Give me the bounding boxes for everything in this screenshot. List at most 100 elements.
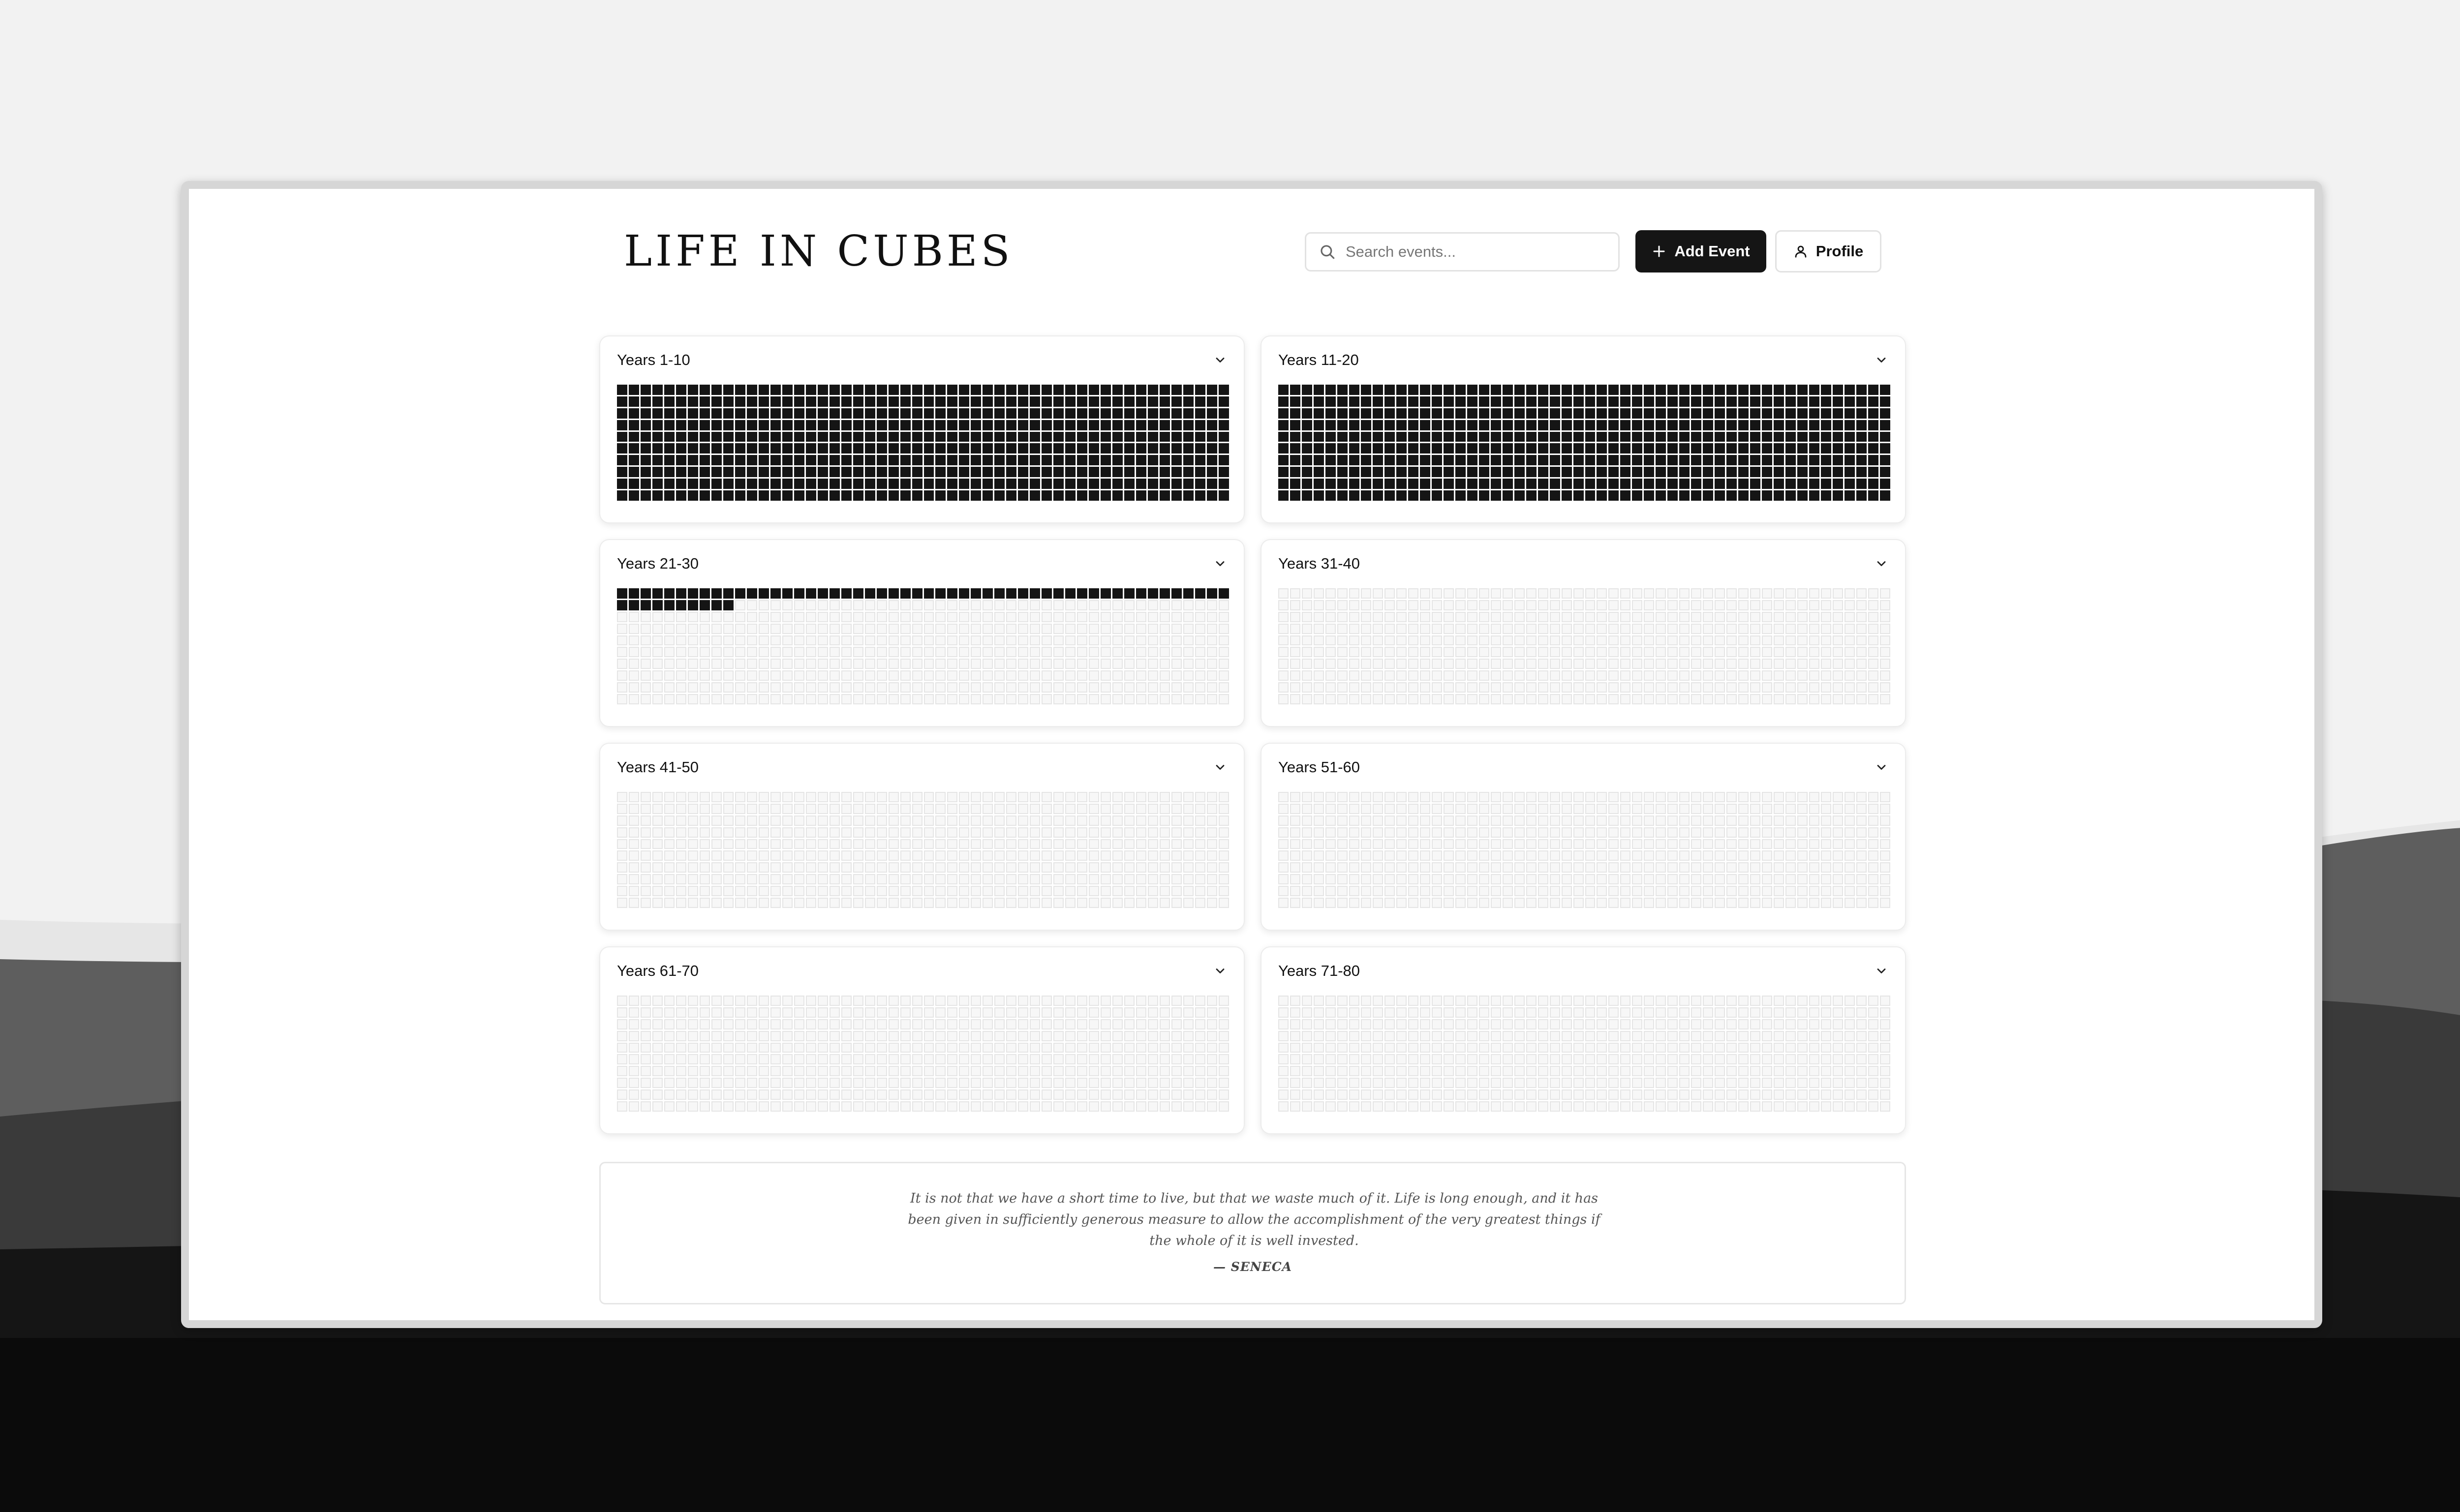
week-cell[interactable] — [1785, 1019, 1796, 1029]
week-cell[interactable] — [1219, 1054, 1229, 1065]
week-cell[interactable] — [1101, 588, 1111, 599]
week-cell[interactable] — [1845, 694, 1855, 704]
week-cell[interactable] — [1750, 1078, 1761, 1089]
week-cell[interactable] — [1656, 874, 1666, 885]
week-cell[interactable] — [1585, 588, 1596, 599]
week-cell[interactable] — [1679, 385, 1690, 395]
week-cell[interactable] — [735, 490, 745, 501]
week-cell[interactable] — [1278, 1078, 1289, 1089]
week-cell[interactable] — [1514, 396, 1525, 407]
week-cell[interactable] — [1538, 850, 1548, 861]
week-cell[interactable] — [1738, 1007, 1749, 1018]
chevron-down-icon[interactable] — [1875, 964, 1888, 978]
week-cell[interactable] — [947, 850, 958, 861]
week-cell[interactable] — [1726, 1042, 1737, 1053]
week-cell[interactable] — [853, 467, 863, 478]
week-cell[interactable] — [994, 670, 1005, 681]
week-cell[interactable] — [923, 1054, 934, 1065]
week-cell[interactable] — [1656, 862, 1666, 873]
week-cell[interactable] — [1384, 886, 1395, 897]
week-cell[interactable] — [1171, 1066, 1182, 1077]
week-cell[interactable] — [983, 1054, 993, 1065]
week-cell[interactable] — [864, 874, 875, 885]
week-cell[interactable] — [699, 600, 710, 610]
week-cell[interactable] — [1160, 455, 1170, 466]
week-cell[interactable] — [805, 1089, 816, 1100]
week-cell[interactable] — [1715, 803, 1725, 814]
week-cell[interactable] — [923, 385, 934, 395]
week-cell[interactable] — [935, 874, 946, 885]
week-cell[interactable] — [1608, 874, 1619, 885]
week-cell[interactable] — [1726, 408, 1737, 419]
week-cell[interactable] — [1868, 443, 1879, 454]
week-cell[interactable] — [1325, 1007, 1336, 1018]
week-cell[interactable] — [1349, 1042, 1359, 1053]
week-cell[interactable] — [1561, 408, 1572, 419]
week-cell[interactable] — [1349, 490, 1359, 501]
week-cell[interactable] — [841, 682, 852, 693]
week-cell[interactable] — [1691, 803, 1702, 814]
week-cell[interactable] — [1538, 1066, 1548, 1077]
week-cell[interactable] — [1573, 1066, 1584, 1077]
week-cell[interactable] — [1467, 850, 1477, 861]
week-cell[interactable] — [888, 850, 899, 861]
week-cell[interactable] — [1136, 588, 1147, 599]
week-cell[interactable] — [1774, 815, 1784, 826]
week-cell[interactable] — [699, 803, 710, 814]
week-cell[interactable] — [1679, 694, 1690, 704]
week-cell[interactable] — [888, 874, 899, 885]
week-cell[interactable] — [735, 479, 745, 489]
week-cell[interactable] — [1726, 850, 1737, 861]
week-cell[interactable] — [1053, 1007, 1064, 1018]
week-cell[interactable] — [864, 490, 875, 501]
week-cell[interactable] — [1207, 623, 1218, 634]
week-cell[interactable] — [758, 396, 769, 407]
week-cell[interactable] — [1160, 694, 1170, 704]
week-cell[interactable] — [1337, 490, 1348, 501]
week-cell[interactable] — [1667, 479, 1678, 489]
week-cell[interactable] — [1809, 815, 1820, 826]
week-cell[interactable] — [983, 396, 993, 407]
week-cell[interactable] — [1207, 431, 1218, 442]
week-cell[interactable] — [1549, 1066, 1560, 1077]
week-cell[interactable] — [1821, 408, 1832, 419]
week-cell[interactable] — [652, 886, 663, 897]
week-cell[interactable] — [699, 827, 710, 838]
week-cell[interactable] — [1431, 647, 1442, 658]
week-cell[interactable] — [1053, 443, 1064, 454]
week-cell[interactable] — [1089, 635, 1100, 646]
week-cell[interactable] — [1313, 694, 1324, 704]
week-cell[interactable] — [1703, 467, 1714, 478]
week-cell[interactable] — [1195, 647, 1206, 658]
week-cell[interactable] — [864, 420, 875, 430]
week-cell[interactable] — [1809, 479, 1820, 489]
week-cell[interactable] — [1124, 623, 1135, 634]
week-cell[interactable] — [1195, 600, 1206, 610]
week-cell[interactable] — [699, 1066, 710, 1077]
week-cell[interactable] — [1148, 803, 1159, 814]
week-cell[interactable] — [1644, 467, 1655, 478]
week-cell[interactable] — [1301, 385, 1312, 395]
week-cell[interactable] — [735, 1089, 745, 1100]
week-cell[interactable] — [1349, 408, 1359, 419]
week-cell[interactable] — [1667, 408, 1678, 419]
week-cell[interactable] — [1112, 694, 1123, 704]
week-cell[interactable] — [1419, 827, 1430, 838]
week-cell[interactable] — [1290, 874, 1300, 885]
week-cell[interactable] — [1526, 1030, 1537, 1041]
week-cell[interactable] — [971, 1019, 982, 1029]
week-cell[interactable] — [1632, 827, 1643, 838]
week-cell[interactable] — [912, 1019, 922, 1029]
week-cell[interactable] — [652, 490, 663, 501]
week-cell[interactable] — [1042, 850, 1052, 861]
week-cell[interactable] — [794, 886, 804, 897]
week-cell[interactable] — [923, 443, 934, 454]
week-cell[interactable] — [1774, 827, 1784, 838]
week-cell[interactable] — [1408, 1066, 1418, 1077]
week-cell[interactable] — [699, 898, 710, 908]
week-cell[interactable] — [1384, 490, 1395, 501]
week-cell[interactable] — [1101, 408, 1111, 419]
week-cell[interactable] — [1278, 1101, 1289, 1112]
week-cell[interactable] — [1833, 408, 1844, 419]
week-cell[interactable] — [1301, 635, 1312, 646]
